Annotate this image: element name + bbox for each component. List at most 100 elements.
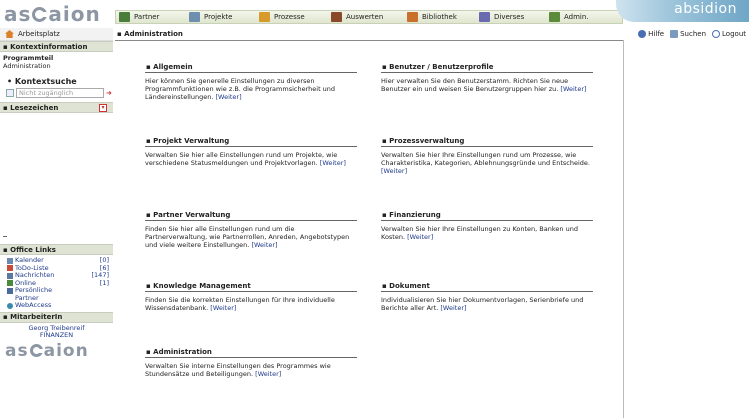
office-link-count: [1] xyxy=(99,278,109,287)
weiter-link[interactable]: [Weiter] xyxy=(255,370,281,378)
weiter-link[interactable]: [Weiter] xyxy=(320,159,346,167)
menu-label: Diverses xyxy=(494,13,525,21)
person-icon xyxy=(7,287,13,294)
expand-icon[interactable]: ▾ xyxy=(99,103,107,112)
weiter-link[interactable]: [Weiter] xyxy=(210,304,236,312)
app-logo: as aion xyxy=(4,2,101,26)
menu-label: Auswerten xyxy=(346,13,384,21)
help-link[interactable]: Hilfe xyxy=(638,30,664,38)
section-finanzierung: ▪ Finanzierung Verwalten Sie hier Ihre E… xyxy=(381,211,593,241)
weiter-link[interactable]: [Weiter] xyxy=(381,167,407,175)
section-description: Verwalten Sie interne Einstellungen des … xyxy=(145,362,331,378)
message-icon xyxy=(7,272,13,279)
go-arrow-icon[interactable]: ➜ xyxy=(106,89,112,97)
office-link-label: WebAccess xyxy=(15,301,52,309)
section-text: Hier verwalten Sie den Benutzerstamm. Ri… xyxy=(381,73,593,93)
admin-icon xyxy=(549,12,560,22)
search-icon xyxy=(670,30,679,38)
section-title: ▪ Dokument xyxy=(381,282,593,292)
section-text: Finden Sie hier alle Einstellungen rund … xyxy=(145,221,357,249)
footer-logo: as aion xyxy=(5,341,89,361)
home-link[interactable]: Arbeitsplatz xyxy=(0,28,113,41)
kontext-header-label: ▪ Kontextinformation xyxy=(3,42,88,51)
lesezeichen-header[interactable]: ▪ Lesezeichen ▾ xyxy=(0,102,113,113)
home-label: Arbeitsplatz xyxy=(18,30,60,38)
section-title: ▪ Partner Verwaltung xyxy=(145,211,357,221)
document-icon xyxy=(6,88,14,97)
section-text: Individualisieren Sie hier Dokumentvorla… xyxy=(381,292,593,312)
partner-icon xyxy=(119,12,130,22)
top-bar: as aion Partner Projekte Prozesse Auswert… xyxy=(0,0,749,28)
section-title: ▪ Prozessverwaltung xyxy=(381,137,593,147)
section-text: Verwalten Sie hier alle Einstellungen ru… xyxy=(145,147,357,167)
office-links-header: ▪ Office Links xyxy=(0,244,113,255)
globe-icon xyxy=(7,302,13,309)
page-title: ▪ Administration xyxy=(115,30,623,41)
weiter-link[interactable]: [Weiter] xyxy=(251,241,277,249)
section-prozessverwaltung: ▪ Prozessverwaltung Verwalten Sie hier I… xyxy=(381,137,593,175)
mitarbeiter-label: ▪ MitarbeiterIn xyxy=(3,313,63,321)
user-org: FINANZEN xyxy=(39,331,74,339)
menu-diverses[interactable]: Diverses xyxy=(479,11,549,23)
search-label: Suchen xyxy=(680,30,707,38)
office-link-webaccess[interactable]: WebAccess xyxy=(0,301,113,310)
divider-tick xyxy=(3,236,7,237)
menu-projekte[interactable]: Projekte xyxy=(189,11,259,23)
calendar-icon xyxy=(7,257,13,264)
weiter-link[interactable]: [Weiter] xyxy=(560,85,586,93)
menu-label: Partner xyxy=(134,13,160,21)
todo-icon xyxy=(7,265,13,271)
menu-label: Prozesse xyxy=(274,13,305,21)
section-description: Finden Sie die korrekten Einstellungen f… xyxy=(145,296,335,312)
office-link-partner[interactable]: Persönliche Partner xyxy=(0,286,113,302)
section-description: Finden Sie hier alle Einstellungen rund … xyxy=(145,225,350,249)
lesezeichen-label: ▪ Lesezeichen xyxy=(3,103,59,112)
brand-banner: absidion xyxy=(616,0,749,22)
logout-link[interactable]: Logout xyxy=(712,30,746,38)
section-title: ▪ Knowledge Management xyxy=(145,282,357,292)
office-link-label: Persönliche Partner xyxy=(15,286,53,302)
kontextsuche-row: Nicht zugänglich ➜ xyxy=(0,87,113,98)
menu-partner[interactable]: Partner xyxy=(119,11,189,23)
section-allgemein: ▪ Allgemein Hier können Sie generelle Ei… xyxy=(145,63,357,101)
bibliothek-icon xyxy=(407,12,418,22)
section-dokument: ▪ Dokument Individualisieren Sie hier Do… xyxy=(381,282,593,312)
menu-label: Admin. xyxy=(564,13,589,21)
kontext-header: ▪ Kontextinformation xyxy=(0,41,113,52)
section-description: Verwalten Sie hier Ihre Einstellungen ru… xyxy=(381,151,590,167)
prozesse-icon xyxy=(259,12,270,22)
menu-prozesse[interactable]: Prozesse xyxy=(259,11,331,23)
auswerten-icon xyxy=(331,12,342,22)
weiter-link[interactable]: [Weiter] xyxy=(440,304,466,312)
brand-name: absidion xyxy=(674,1,737,17)
section-description: Individualisieren Sie hier Dokumentvorla… xyxy=(381,296,584,312)
weiter-link[interactable]: [Weiter] xyxy=(215,93,241,101)
search-link[interactable]: Suchen xyxy=(670,30,706,38)
section-partner-verwaltung: ▪ Partner Verwaltung Finden Sie hier all… xyxy=(145,211,357,249)
projekte-icon xyxy=(189,12,200,22)
utility-bar: Hilfe Suchen Logout xyxy=(638,30,746,38)
section-text: Finden Sie die korrekten Einstellungen f… xyxy=(145,292,357,312)
section-title: ▪ Finanzierung xyxy=(381,211,593,221)
mitarbeiter-header: ▪ MitarbeiterIn xyxy=(0,311,113,323)
section-text: Hier können Sie generelle Einstellungen … xyxy=(145,73,357,101)
kontextsuche-field[interactable]: Nicht zugänglich xyxy=(16,87,104,98)
section-knowledge-management: ▪ Knowledge Management Finden Sie die ko… xyxy=(145,282,357,312)
logout-icon xyxy=(712,30,721,38)
section-title: ▪ Projekt Verwaltung xyxy=(145,137,357,147)
weiter-link[interactable]: [Weiter] xyxy=(407,233,433,241)
section-text: Verwalten Sie hier Ihre Einstellungen zu… xyxy=(381,221,593,241)
help-label: Hilfe xyxy=(648,30,665,38)
section-description: Hier verwalten Sie den Benutzerstamm. Ri… xyxy=(381,77,569,93)
menu-bibliothek[interactable]: Bibliothek xyxy=(407,11,479,23)
office-links-label: ▪ Office Links xyxy=(3,245,56,254)
section-title: ▪ Allgemein xyxy=(145,63,357,73)
home-icon xyxy=(5,30,14,38)
menu-auswerten[interactable]: Auswerten xyxy=(331,11,407,23)
section-text: Verwalten Sie hier Ihre Einstellungen ru… xyxy=(381,147,593,175)
section-description: Verwalten Sie hier alle Einstellungen ru… xyxy=(145,151,338,167)
user-info[interactable]: Georg Treibenreif FINANZEN xyxy=(0,323,113,340)
menu-admin[interactable]: Admin. xyxy=(549,11,609,23)
section-projekt-verwaltung: ▪ Projekt Verwaltung Verwalten Sie hier … xyxy=(145,137,357,167)
help-icon xyxy=(638,30,647,38)
